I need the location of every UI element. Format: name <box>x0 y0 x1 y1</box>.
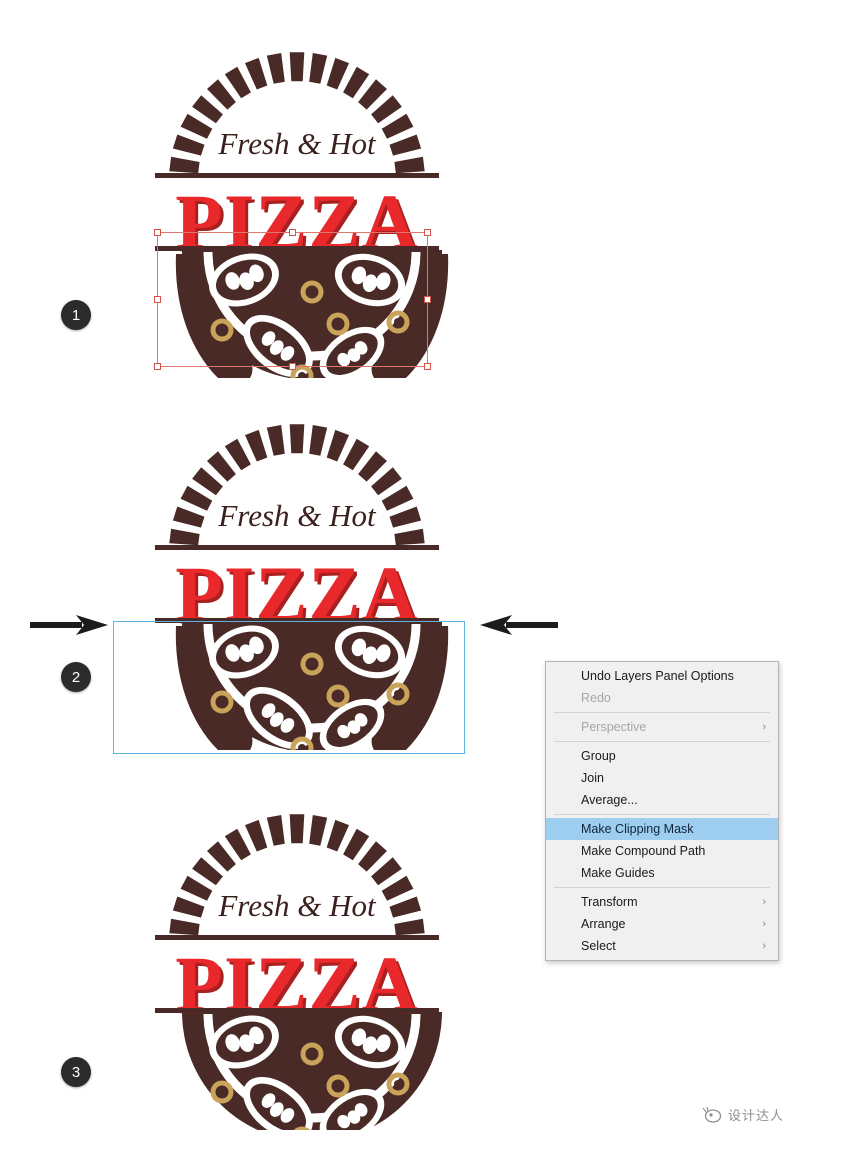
arch-brick <box>289 814 305 844</box>
chevron-right-icon: › <box>762 896 766 908</box>
arrow-right-icon <box>30 615 108 635</box>
menu-item-label: Make Compound Path <box>581 844 706 858</box>
menu-item-label: Join <box>581 771 604 785</box>
arch-brick <box>180 875 213 901</box>
arch-brick <box>245 57 268 90</box>
arch-brick <box>326 57 349 90</box>
step-2-number: 2 <box>71 668 81 686</box>
menu-item-label: Undo Layers Panel Options <box>581 669 734 683</box>
logo-tagline: Fresh & Hot <box>217 126 377 161</box>
selection-handle-tl[interactable] <box>154 229 161 236</box>
menu-item-select[interactable]: Select › <box>546 935 778 957</box>
annotation-arrow-left <box>30 612 110 643</box>
logo-tagline: Fresh & Hot <box>217 888 377 923</box>
selection-handle-bl[interactable] <box>154 363 161 370</box>
menu-item-make-guides[interactable]: Make Guides <box>546 862 778 884</box>
selection-handle-ml[interactable] <box>154 296 161 303</box>
arch-brick <box>326 819 349 852</box>
step-3-badge: 3 <box>61 1057 91 1087</box>
menu-item-label: Make Clipping Mask <box>581 822 694 836</box>
arch-brick <box>309 425 328 456</box>
arch-brick <box>381 875 414 901</box>
step-1-number: 1 <box>71 306 81 324</box>
menu-item-arrange[interactable]: Arrange › <box>546 913 778 935</box>
arch-brick <box>172 506 205 528</box>
chevron-right-icon: › <box>762 940 766 952</box>
arch-brick <box>309 53 328 84</box>
menu-separator <box>554 712 770 713</box>
arch-brick <box>180 113 213 139</box>
menu-item-transform[interactable]: Transform › <box>546 891 778 913</box>
selection-bounding-box[interactable] <box>157 232 428 367</box>
selection-handle-tc[interactable] <box>289 229 296 236</box>
menu-item-make-clipping-mask[interactable]: Make Clipping Mask <box>546 818 778 840</box>
arch-brick <box>169 156 200 174</box>
menu-item-average[interactable]: Average... <box>546 789 778 811</box>
menu-item-label: Make Guides <box>581 866 655 880</box>
watermark: 设计达人 <box>702 1105 784 1124</box>
menu-item-undo-layers-panel-options[interactable]: Undo Layers Panel Options <box>546 665 778 687</box>
arch-brick <box>394 918 425 936</box>
arch-brick <box>381 113 414 139</box>
logo-tagline: Fresh & Hot <box>217 498 377 533</box>
selection-handle-mr[interactable] <box>424 296 431 303</box>
chevron-right-icon: › <box>762 721 766 733</box>
watermark-text: 设计达人 <box>728 1109 785 1124</box>
arch-brick <box>172 134 205 156</box>
logo-divider-bottom <box>155 1008 439 1013</box>
arch-brick <box>266 815 285 846</box>
arch-brick <box>389 896 422 918</box>
logo-artwork-3: Fresh & Hot PIZZA PIZZA <box>155 814 442 1130</box>
context-menu-items: Undo Layers Panel Options Redo Perspective… <box>546 665 778 957</box>
menu-separator <box>554 887 770 888</box>
logo-wordmark: PIZZA <box>175 940 418 1027</box>
arch-brick <box>394 156 425 174</box>
watermark-logo-icon <box>702 1106 722 1123</box>
arrow-left-icon <box>480 615 558 635</box>
arch-brick <box>389 134 422 156</box>
menu-item-label: Redo <box>581 691 611 705</box>
arch-brick <box>172 896 205 918</box>
arch-brick <box>266 53 285 84</box>
selection-handle-bc[interactable] <box>289 363 296 370</box>
step-2-badge: 2 <box>61 662 91 692</box>
arch-brick <box>169 918 200 936</box>
chevron-right-icon: › <box>762 918 766 930</box>
selection-handle-tr[interactable] <box>424 229 431 236</box>
menu-item-make-compound-path[interactable]: Make Compound Path <box>546 840 778 862</box>
arch-brick <box>394 528 425 546</box>
selection-handle-br[interactable] <box>424 363 431 370</box>
clipping-rectangle[interactable] <box>113 621 465 754</box>
menu-item-label: Group <box>581 749 616 763</box>
step-3-number: 3 <box>71 1063 81 1081</box>
menu-item-label: Arrange <box>581 917 626 931</box>
menu-separator <box>554 741 770 742</box>
menu-item-join[interactable]: Join <box>546 767 778 789</box>
arch-brick <box>326 429 349 462</box>
arch-brick <box>389 506 422 528</box>
menu-item-group[interactable]: Group <box>546 745 778 767</box>
menu-item-label: Perspective <box>581 720 647 734</box>
arch-brick <box>245 819 268 852</box>
arch-brick <box>381 485 414 511</box>
menu-item-label: Transform <box>581 895 638 909</box>
menu-separator <box>554 814 770 815</box>
logo-step-3: Fresh & Hot PIZZA PIZZA <box>127 790 467 1130</box>
annotation-arrow-right <box>478 612 558 643</box>
arch-brick <box>245 429 268 462</box>
arch-brick <box>180 485 213 511</box>
arch-brick <box>309 815 328 846</box>
arch-brick <box>169 528 200 546</box>
arch-brick <box>289 424 305 454</box>
context-menu[interactable]: Undo Layers Panel Options Redo Perspective… <box>545 661 779 961</box>
arch-brick <box>289 52 305 82</box>
step-1-badge: 1 <box>61 300 91 330</box>
menu-item-redo: Redo <box>546 687 778 709</box>
screenshot-canvas: 1 Fresh & Hot PIZZA PIZZA 2 Fresh & Hot <box>0 0 850 1160</box>
menu-item-label: Select <box>581 939 616 953</box>
menu-item-label: Average... <box>581 793 638 807</box>
menu-item-perspective: Perspective › <box>546 716 778 738</box>
arch-brick <box>266 425 285 456</box>
